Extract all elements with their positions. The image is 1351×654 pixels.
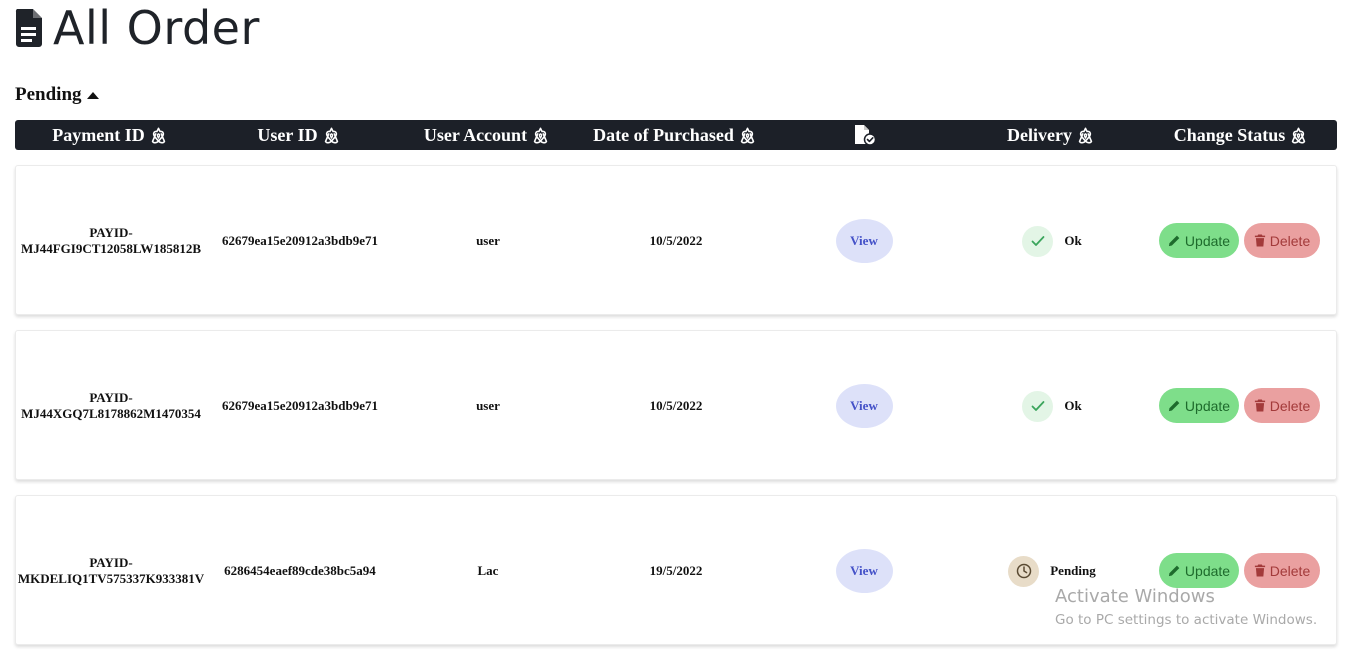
caret-up-icon bbox=[86, 92, 99, 99]
delete-button-label: Delete bbox=[1269, 562, 1311, 579]
date-cell: 19/5/2022 bbox=[649, 563, 703, 578]
user-id-cell: 62679ea15e20912a3bdb9e71 bbox=[222, 398, 378, 413]
payment-id-cell: PAYID- MJ44XGQ7L8178862M1470354 bbox=[16, 331, 206, 481]
header-payment-id-label: Payment ID bbox=[52, 124, 145, 145]
delete-button-label: Delete bbox=[1269, 397, 1311, 414]
view-button[interactable]: View bbox=[835, 384, 893, 428]
delete-button[interactable]: Delete bbox=[1244, 388, 1320, 423]
view-button[interactable]: View bbox=[835, 549, 893, 593]
delivery-status: Pending bbox=[1008, 555, 1096, 587]
update-button[interactable]: Update bbox=[1159, 223, 1239, 258]
payment-id-cell: PAYID- MKDELIQ1TV575337K933381V bbox=[16, 496, 206, 646]
delete-button[interactable]: Delete bbox=[1244, 553, 1320, 588]
airbnb-icon bbox=[738, 126, 757, 145]
user-account-cell: user bbox=[476, 398, 500, 413]
header-delivery[interactable]: Delivery bbox=[957, 120, 1145, 150]
view-cell: View bbox=[770, 496, 958, 646]
user-id-cell: 62679ea15e20912a3bdb9e71 bbox=[222, 233, 378, 248]
payment-id-prefix: PAYID- bbox=[89, 225, 133, 240]
header-document bbox=[769, 120, 957, 150]
airbnb-icon bbox=[1289, 126, 1308, 145]
payment-id-cell: PAYID- MJ44FGI9CT12058LW185812B bbox=[16, 166, 206, 316]
update-button-label: Update bbox=[1184, 232, 1231, 249]
payment-id-value: MJ44XGQ7L8178862M1470354 bbox=[21, 406, 201, 421]
airbnb-icon bbox=[1076, 126, 1095, 145]
airbnb-icon bbox=[322, 126, 341, 145]
update-button-label: Update bbox=[1184, 562, 1231, 579]
view-cell: View bbox=[770, 166, 958, 316]
table-header: Payment ID User ID User Account Date of … bbox=[15, 120, 1337, 150]
trash-icon bbox=[1254, 234, 1265, 247]
file-document-icon bbox=[15, 9, 42, 47]
delivery-status-label: Ok bbox=[1064, 233, 1082, 248]
header-payment-id[interactable]: Payment ID bbox=[15, 120, 205, 150]
view-button[interactable]: View bbox=[835, 219, 893, 263]
delivery-cell: Ok bbox=[958, 331, 1146, 481]
check-icon bbox=[1022, 225, 1054, 257]
header-delivery-label: Delivery bbox=[1007, 124, 1072, 145]
update-button-label: Update bbox=[1184, 397, 1231, 414]
section-label: Pending bbox=[15, 84, 82, 105]
header-change-status-label: Change Status bbox=[1173, 124, 1286, 145]
delete-button-label: Delete bbox=[1269, 232, 1311, 249]
delivery-cell: Pending bbox=[958, 496, 1146, 646]
header-change-status[interactable]: Change Status bbox=[1145, 120, 1337, 150]
trash-icon bbox=[1254, 564, 1265, 577]
check-icon bbox=[1022, 390, 1054, 422]
delivery-status-label: Ok bbox=[1064, 398, 1082, 413]
airbnb-icon bbox=[149, 126, 168, 145]
payment-id-value: MJ44FGI9CT12058LW185812B bbox=[20, 241, 202, 256]
delete-button[interactable]: Delete bbox=[1244, 223, 1320, 258]
view-cell: View bbox=[770, 331, 958, 481]
file-check-icon bbox=[855, 125, 877, 146]
page-title: All Order bbox=[53, 1, 260, 55]
clock-icon bbox=[1008, 555, 1040, 587]
header-user-id[interactable]: User ID bbox=[205, 120, 393, 150]
update-button[interactable]: Update bbox=[1159, 388, 1239, 423]
header-user-id-label: User ID bbox=[257, 124, 318, 145]
delivery-status: Ok bbox=[1022, 225, 1082, 257]
delivery-cell: Ok bbox=[958, 166, 1146, 316]
user-id-cell: 6286454eaef89cde38bc5a94 bbox=[224, 563, 376, 578]
trash-icon bbox=[1254, 399, 1265, 412]
pencil-icon bbox=[1168, 565, 1180, 577]
header-user-account[interactable]: User Account bbox=[393, 120, 581, 150]
pending-section-toggle[interactable]: Pending bbox=[15, 84, 99, 106]
header-date-label: Date of Purchased bbox=[593, 124, 734, 145]
user-account-cell: user bbox=[476, 233, 500, 248]
payment-id-prefix: PAYID- bbox=[89, 555, 133, 570]
delivery-status: Ok bbox=[1022, 390, 1082, 422]
order-row: PAYID- MKDELIQ1TV575337K933381V 6286454e… bbox=[15, 495, 1337, 645]
header-user-account-label: User Account bbox=[423, 124, 528, 145]
delivery-status-label: Pending bbox=[1050, 563, 1096, 578]
order-row: PAYID- MJ44XGQ7L8178862M1470354 62679ea1… bbox=[15, 330, 1337, 480]
payment-id-prefix: PAYID- bbox=[89, 390, 133, 405]
update-button[interactable]: Update bbox=[1159, 553, 1239, 588]
airbnb-icon bbox=[531, 126, 550, 145]
pencil-icon bbox=[1168, 400, 1180, 412]
order-row: PAYID- MJ44FGI9CT12058LW185812B 62679ea1… bbox=[15, 165, 1337, 315]
payment-id-value: MKDELIQ1TV575337K933381V bbox=[17, 571, 205, 586]
page-header: All Order bbox=[14, 1, 260, 55]
user-account-cell: Lac bbox=[477, 563, 499, 578]
date-cell: 10/5/2022 bbox=[649, 398, 703, 413]
date-cell: 10/5/2022 bbox=[649, 233, 703, 248]
pencil-icon bbox=[1168, 235, 1180, 247]
header-date-of-purchased[interactable]: Date of Purchased bbox=[581, 120, 769, 150]
